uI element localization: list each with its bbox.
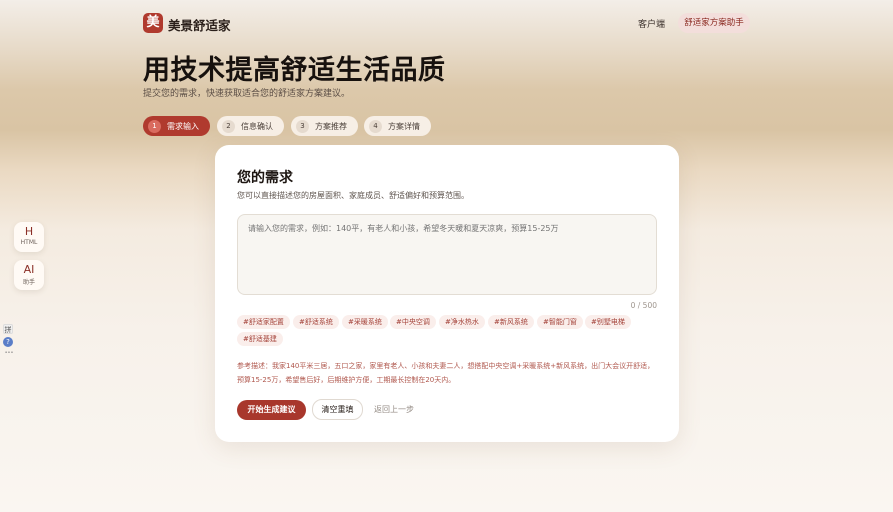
step-2-confirm[interactable]: 2 信息确认 <box>217 116 284 136</box>
tag-chip[interactable]: #舒适系统 <box>293 315 339 329</box>
ai-assistant-widget-button[interactable]: AI 助手 <box>14 260 44 290</box>
back-link[interactable]: 返回上一步 <box>374 404 414 415</box>
step-label: 方案推荐 <box>315 121 347 131</box>
clear-button[interactable]: 清空重填 <box>312 399 363 420</box>
ime-toolbar: 拼 ? ••• <box>3 324 15 364</box>
ai-icon: AI <box>23 263 35 276</box>
page-subtitle: 提交您的需求，快速获取适合您的舒适家方案建议。 <box>143 89 351 99</box>
step-4-details[interactable]: 4 方案详情 <box>364 116 431 136</box>
tag-chip[interactable]: #中央空调 <box>390 315 436 329</box>
page-title: 用技术提高舒适生活品质 <box>143 55 446 86</box>
help-icon[interactable]: ? <box>3 337 13 347</box>
step-1-requirements[interactable]: 1 需求输入 <box>143 116 210 136</box>
tag-chip[interactable]: #别墅电梯 <box>585 315 631 329</box>
step-number: 3 <box>296 119 309 133</box>
tag-chip[interactable]: #舒适基建 <box>237 332 283 346</box>
more-icon[interactable]: ••• <box>3 350 15 356</box>
top-bar: 美 美景舒适家 客户端 舒适家方案助手 <box>0 0 893 46</box>
tag-chip[interactable]: #净水热水 <box>439 315 485 329</box>
step-label: 信息确认 <box>241 121 273 131</box>
nav-client-link[interactable]: 客户端 <box>638 17 665 30</box>
step-number: 4 <box>369 119 382 133</box>
requirements-card: 您的需求 您可以直接描述您的房屋面积、家庭成员、舒适偏好和预算范围。 0 / 5… <box>215 145 679 442</box>
tag-chip[interactable]: #舒适家配置 <box>237 315 290 329</box>
ime-pinyin-icon[interactable]: 拼 <box>3 324 13 334</box>
brand-logo-icon[interactable]: 美 <box>143 13 163 33</box>
step-label: 需求输入 <box>167 121 199 131</box>
html-icon: H <box>24 225 34 238</box>
generate-suggestion-button[interactable]: 开始生成建议 <box>237 400 306 420</box>
char-counter: 0 / 500 <box>630 301 657 310</box>
widget-label: 助手 <box>22 279 35 286</box>
tag-chip[interactable]: #新风系统 <box>488 315 534 329</box>
tag-chip[interactable]: #智能门窗 <box>537 315 583 329</box>
html-widget-button[interactable]: H HTML <box>14 222 44 252</box>
step-number: 1 <box>148 119 161 133</box>
brand-name[interactable]: 美景舒适家 <box>168 15 231 34</box>
nav-assistant-button[interactable]: 舒适家方案助手 <box>678 13 750 33</box>
card-subtitle: 您可以直接描述您的房屋面积、家庭成员、舒适偏好和预算范围。 <box>237 191 469 200</box>
card-title: 您的需求 <box>237 170 293 186</box>
step-number: 2 <box>222 119 235 133</box>
reference-description: 参考描述：我家140平米三居，五口之家，家里有老人、小孩和夫妻二人，想搭配中央空… <box>237 362 655 384</box>
requirements-input[interactable] <box>237 214 657 295</box>
step-label: 方案详情 <box>388 121 420 131</box>
tag-chip[interactable]: #采暖系统 <box>342 315 388 329</box>
step-3-recommend[interactable]: 3 方案推荐 <box>291 116 358 136</box>
widget-label: HTML <box>20 239 38 246</box>
